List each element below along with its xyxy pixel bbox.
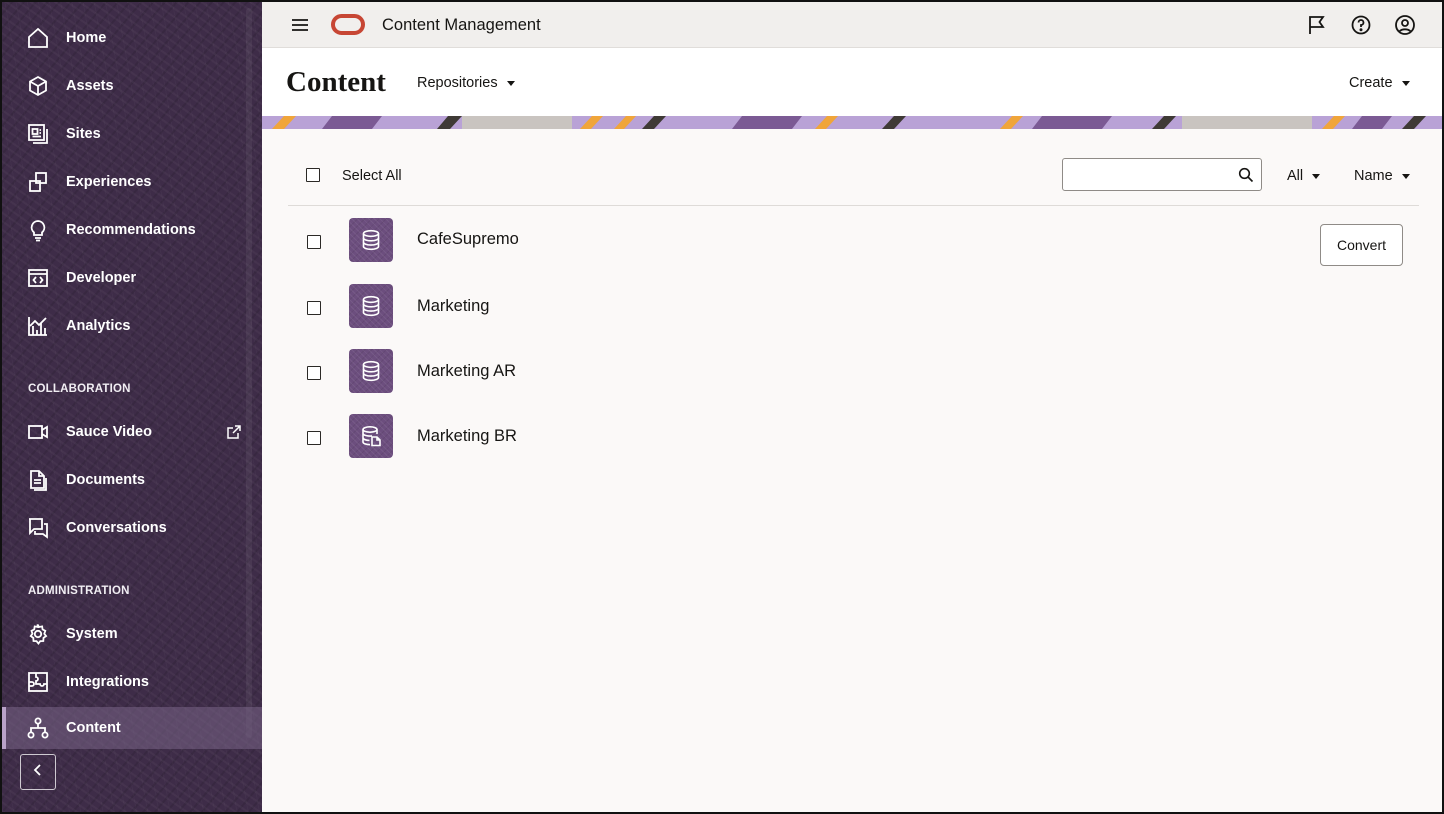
- experiences-icon: [26, 170, 50, 194]
- search-input[interactable]: [1071, 165, 1231, 185]
- sidebar-item-documents[interactable]: Documents: [2, 459, 262, 501]
- sites-icon: [26, 122, 50, 146]
- repository-icon: [349, 218, 393, 262]
- repository-icon: [349, 349, 393, 393]
- sidebar-item-label: Documents: [66, 472, 145, 488]
- sidebar-item-assets[interactable]: Assets: [2, 65, 262, 107]
- caret-down-icon: [506, 80, 515, 86]
- sidebar-item-home[interactable]: Home: [2, 17, 262, 59]
- chevron-left-icon: [30, 762, 46, 783]
- conversations-icon: [26, 516, 50, 540]
- sidebar-item-sites[interactable]: Sites: [2, 113, 262, 155]
- gear-icon: [26, 622, 50, 646]
- repository-row[interactable]: CafeSupremo Convert: [288, 210, 1419, 272]
- sidebar-item-label: Content: [66, 720, 121, 736]
- sidebar-item-label: Conversations: [66, 520, 167, 536]
- sidebar-item-integrations[interactable]: Integrations: [2, 661, 262, 703]
- sidebar-item-label: Sauce Video: [66, 424, 152, 440]
- sidebar-item-label: Sites: [66, 126, 101, 142]
- repository-row[interactable]: Marketing AR: [288, 341, 1419, 403]
- hierarchy-icon: [26, 716, 50, 740]
- cube-icon: [26, 74, 50, 98]
- sidebar-item-label: Experiences: [66, 174, 152, 190]
- sidebar-item-content[interactable]: Content: [2, 707, 262, 749]
- flag-icon[interactable]: [1305, 13, 1329, 37]
- select-all-label: Select All: [342, 168, 402, 184]
- section-heading-collaboration: COLLABORATION: [28, 383, 131, 395]
- row-checkbox[interactable]: [307, 366, 321, 380]
- app-title: Content Management: [382, 16, 541, 34]
- sidebar-item-label: Analytics: [66, 318, 131, 334]
- sidebar-item-analytics[interactable]: Analytics: [2, 305, 262, 347]
- repository-icon: [349, 284, 393, 328]
- sidebar-item-label: Assets: [66, 78, 114, 94]
- documents-icon: [26, 468, 50, 492]
- user-avatar-icon[interactable]: [1393, 13, 1417, 37]
- code-icon: [26, 266, 50, 290]
- caret-down-icon: [1401, 80, 1410, 86]
- repository-row[interactable]: Marketing: [288, 276, 1419, 338]
- caret-down-icon: [1312, 173, 1321, 179]
- sidebar-item-label: Developer: [66, 270, 137, 286]
- hamburger-menu-icon[interactable]: [288, 13, 312, 37]
- sidebar-item-experiences[interactable]: Experiences: [2, 161, 262, 203]
- convert-button[interactable]: Convert: [1320, 224, 1403, 266]
- row-checkbox[interactable]: [307, 235, 321, 249]
- repositories-dropdown[interactable]: Repositories: [417, 75, 515, 91]
- video-icon: [26, 420, 50, 444]
- app-window: Home Assets Sites Experiences Recommenda: [0, 0, 1444, 814]
- sidebar-item-developer[interactable]: Developer: [2, 257, 262, 299]
- search-icon[interactable]: [1238, 167, 1254, 183]
- external-link-icon: [226, 424, 242, 440]
- sidebar-item-label: Integrations: [66, 674, 149, 690]
- sidebar-item-sauce-video[interactable]: Sauce Video: [2, 411, 262, 453]
- puzzle-icon: [26, 670, 50, 694]
- row-checkbox[interactable]: [307, 431, 321, 445]
- sidebar-item-recommendations[interactable]: Recommendations: [2, 209, 262, 251]
- repository-name[interactable]: Marketing: [417, 297, 489, 316]
- toolbar-divider: [288, 205, 1419, 206]
- filter-dropdown[interactable]: All: [1287, 168, 1321, 184]
- sidebar-item-conversations[interactable]: Conversations: [2, 507, 262, 549]
- sidebar-item-label: Home: [66, 30, 107, 46]
- sidebar: Home Assets Sites Experiences Recommenda: [2, 2, 262, 812]
- oracle-logo: [331, 14, 365, 35]
- sidebar-item-label: Recommendations: [66, 222, 196, 238]
- section-heading-administration: ADMINISTRATION: [28, 585, 130, 597]
- sort-dropdown-label: Name: [1354, 168, 1393, 184]
- caret-down-icon: [1401, 173, 1410, 179]
- repository-row[interactable]: Marketing BR: [288, 406, 1419, 468]
- search-box: [1062, 158, 1262, 191]
- sidebar-item-label: System: [66, 626, 118, 642]
- page-title: Content: [286, 66, 386, 98]
- help-icon[interactable]: [1349, 13, 1373, 37]
- repository-name[interactable]: Marketing AR: [417, 362, 516, 381]
- create-dropdown-label: Create: [1349, 75, 1393, 91]
- create-dropdown[interactable]: Create: [1349, 75, 1410, 91]
- top-bar: Content Management: [262, 2, 1442, 48]
- page-header: Content Repositories Create: [262, 48, 1442, 116]
- analytics-icon: [26, 314, 50, 338]
- business-repository-icon: [349, 414, 393, 458]
- collapse-sidebar-button[interactable]: [20, 754, 56, 790]
- lightbulb-icon: [26, 218, 50, 242]
- decorative-banner: [262, 116, 1442, 129]
- repository-name[interactable]: CafeSupremo: [417, 230, 519, 249]
- sort-dropdown[interactable]: Name: [1354, 168, 1410, 184]
- select-all-checkbox[interactable]: [306, 168, 320, 182]
- row-checkbox[interactable]: [307, 301, 321, 315]
- repositories-dropdown-label: Repositories: [417, 75, 498, 91]
- sidebar-item-system[interactable]: System: [2, 613, 262, 655]
- home-icon: [26, 26, 50, 50]
- repository-name[interactable]: Marketing BR: [417, 427, 517, 446]
- filter-dropdown-label: All: [1287, 168, 1304, 184]
